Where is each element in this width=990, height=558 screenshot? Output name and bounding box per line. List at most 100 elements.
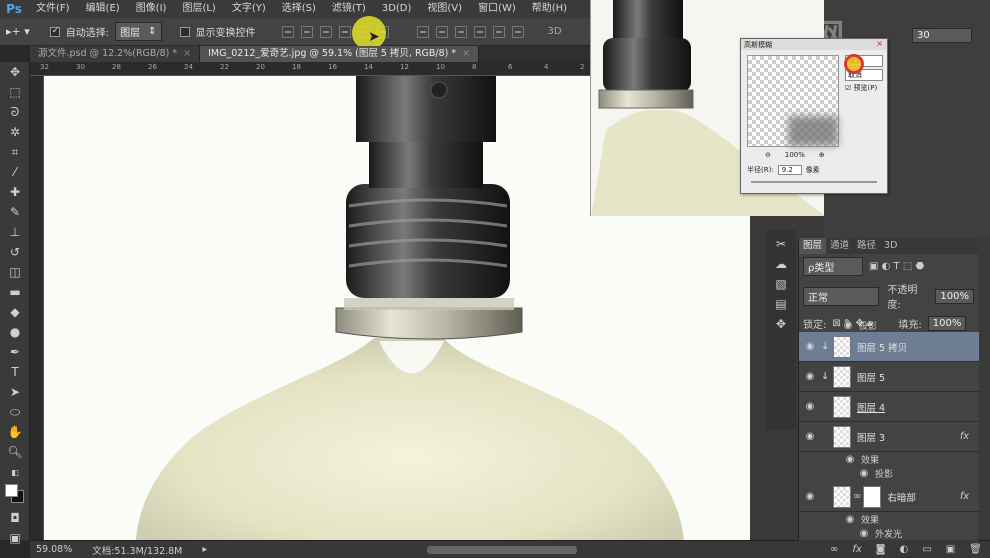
blur-tool-icon[interactable]: ◆ — [0, 302, 30, 322]
layer-row[interactable]: ◉ ↓ 图层 5 拷贝 — [799, 332, 979, 362]
adjustment-layer-icon[interactable]: ◐ — [900, 544, 909, 555]
zoom-level[interactable]: 59.08% — [36, 544, 72, 555]
menu-edit[interactable]: 编辑(E) — [78, 0, 128, 18]
effect-row[interactable]: ◉ 投影 — [799, 318, 979, 332]
menu-image[interactable]: 图像(I) — [128, 0, 175, 18]
new-layer-icon[interactable]: ▣ — [946, 544, 955, 555]
color-swatches[interactable] — [0, 482, 29, 508]
distribute-right-icon[interactable] — [511, 25, 524, 38]
close-icon[interactable]: × — [876, 39, 883, 48]
fx-icon[interactable]: fx — [960, 431, 969, 442]
show-transform-checkbox[interactable] — [179, 26, 190, 37]
menu-type[interactable]: 文字(Y) — [224, 0, 274, 18]
tab-paths[interactable]: 路径 — [853, 238, 880, 254]
eye-icon[interactable]: ◉ — [853, 468, 875, 479]
align-bottom-icon[interactable] — [319, 25, 332, 38]
eye-icon[interactable]: ◉ — [839, 514, 861, 525]
pen-tool-icon[interactable]: ✒ — [0, 342, 30, 362]
dodge-tool-icon[interactable]: ● — [0, 322, 30, 342]
gradient-tool-icon[interactable]: ▬ — [0, 282, 30, 302]
default-colors-icon[interactable]: ◧ — [0, 462, 30, 482]
distribute-left-icon[interactable] — [473, 25, 486, 38]
radius-slider[interactable] — [751, 181, 877, 183]
opacity-input[interactable]: 100% — [935, 288, 974, 304]
hand-tool-icon[interactable]: ✋ — [0, 422, 30, 442]
marquee-tool-icon[interactable]: ⬚ — [0, 82, 30, 102]
menu-layer[interactable]: 图层(L) — [174, 0, 223, 18]
status-arrow-icon[interactable]: ▸ — [202, 544, 207, 555]
eye-icon[interactable]: ◉ — [799, 341, 821, 352]
align-left-icon[interactable] — [338, 25, 351, 38]
libraries-icon[interactable]: ☁ — [766, 254, 796, 274]
eraser-tool-icon[interactable]: ◫ — [0, 262, 30, 282]
layer-row[interactable]: ◉ ↓ 图层 5 — [799, 362, 979, 392]
tab-layers[interactable]: 图层 — [799, 238, 827, 254]
zoom-in-icon[interactable]: ⊕ — [819, 151, 825, 159]
panel-value-3d[interactable]: 30 — [912, 28, 972, 43]
delete-layer-icon[interactable]: 🗑︎ — [969, 544, 982, 555]
eye-icon[interactable]: ◉ — [799, 401, 821, 412]
brush-tool-icon[interactable]: ✎ — [0, 202, 30, 222]
menu-view[interactable]: 视图(V) — [419, 0, 470, 18]
eye-icon[interactable]: ◉ — [799, 491, 821, 502]
layer-filter-dropdown[interactable]: ρ类型 — [803, 257, 863, 276]
eye-icon[interactable]: ◉ — [837, 320, 859, 331]
menu-window[interactable]: 窗口(W) — [470, 0, 524, 18]
add-style-icon[interactable]: fx — [852, 544, 861, 555]
history-brush-icon[interactable]: ↺ — [0, 242, 30, 262]
layer-name[interactable]: 右暗部 — [887, 490, 916, 504]
layer-row[interactable]: ◉ ∞ 右暗部 fx — [799, 482, 979, 512]
align-top-icon[interactable] — [281, 25, 294, 38]
menu-file[interactable]: 文件(F) — [28, 0, 78, 18]
path-select-icon[interactable]: ➤ — [0, 382, 30, 402]
effect-row[interactable]: ◉ 外发光 — [799, 526, 979, 540]
move-tool-icon[interactable]: ▸+ ▾ — [6, 25, 30, 38]
menu-help[interactable]: 帮助(H) — [524, 0, 575, 18]
tab-source-psd[interactable]: 源文件.psd @ 12.2%(RGB/8) * × — [30, 46, 201, 62]
tab-img-jpg[interactable]: IMG_0212_爱奇艺.jpg @ 59.1% (图层 5 拷贝, RGB/8… — [200, 46, 480, 62]
distribute-vcenter-icon[interactable] — [435, 25, 448, 38]
crop-tool-icon[interactable]: ⌗ — [0, 142, 30, 162]
document-size[interactable]: 文档:51.3M/132.8M — [92, 543, 182, 557]
layer-name[interactable]: 图层 3 — [857, 430, 885, 444]
layer-name[interactable]: 图层 5 — [857, 370, 885, 384]
filter-icons[interactable]: ▣ ◐ T ⬚ ⬣ — [869, 261, 924, 272]
shape-tool-icon[interactable]: ⬭ — [0, 402, 30, 422]
effects-row[interactable]: ◉ 效果 — [799, 452, 979, 466]
mode-3d-label[interactable]: 3D — [548, 26, 562, 37]
radius-input[interactable]: 9.2 — [777, 165, 802, 175]
quick-mask-icon[interactable]: ◘ — [0, 508, 30, 528]
adjust-icon[interactable]: ▧ — [766, 274, 796, 294]
blend-mode-dropdown[interactable]: 正常 — [803, 286, 880, 306]
new-group-icon[interactable]: ▭ — [922, 544, 931, 555]
preview-checkbox[interactable]: ☑ 预览(P) — [845, 83, 877, 93]
auto-select-dropdown[interactable]: 图层 ⇕ — [115, 22, 162, 41]
layer-name[interactable]: 图层 4 — [857, 400, 885, 414]
healing-brush-icon[interactable]: ✚ — [0, 182, 30, 202]
eye-icon[interactable]: ◉ — [799, 431, 821, 442]
eyedropper-icon[interactable]: ⁄ — [0, 162, 30, 182]
effects-row[interactable]: ◉ 效果 — [799, 512, 979, 526]
zoom-out-icon[interactable]: ⊖ — [765, 151, 771, 159]
layer-name[interactable]: 图层 5 拷贝 — [857, 340, 907, 354]
layer-mask-thumbnail[interactable] — [863, 485, 882, 508]
align-vcenter-icon[interactable] — [300, 25, 313, 38]
eye-icon[interactable]: ◉ — [799, 371, 821, 382]
horizontal-scrollbar[interactable] — [427, 545, 578, 554]
close-icon[interactable]: × — [183, 48, 191, 59]
clone-stamp-icon[interactable]: ⊥ — [0, 222, 30, 242]
foreground-color-swatch[interactable] — [5, 484, 18, 497]
move-tool-icon[interactable]: ✥ — [0, 62, 30, 82]
eye-icon[interactable]: ◉ — [853, 528, 875, 539]
properties-icon[interactable]: ▤ — [766, 294, 796, 314]
screen-mode-icon[interactable]: ▣ — [0, 528, 30, 548]
eye-icon[interactable]: ◉ — [839, 454, 861, 465]
layer-row[interactable]: ◉ 图层 3 fx — [799, 422, 979, 452]
menu-select[interactable]: 选择(S) — [274, 0, 324, 18]
tab-channels[interactable]: 通道 — [826, 238, 853, 254]
menu-3d[interactable]: 3D(D) — [374, 0, 420, 18]
tools-icon[interactable]: ✂ — [766, 234, 796, 254]
close-icon[interactable]: × — [462, 48, 470, 59]
auto-select-checkbox[interactable] — [49, 26, 60, 37]
type-tool-icon[interactable]: T — [0, 362, 30, 382]
